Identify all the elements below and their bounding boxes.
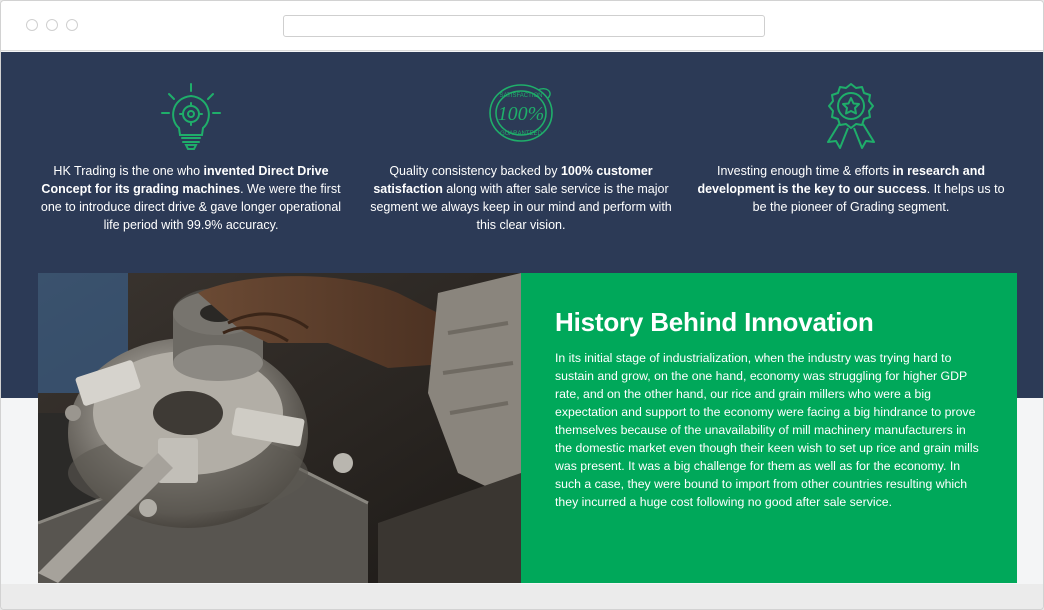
lathe-illustration <box>38 273 521 583</box>
feature-text-1: HK Trading is the one who invented Direc… <box>40 164 342 232</box>
browser-titlebar <box>1 1 1043 51</box>
window-close-button[interactable] <box>26 19 38 31</box>
satisfaction-guaranteed-stamp-icon: SATISFACTION 100% GUARANTEED <box>489 84 553 142</box>
history-panel: History Behind Innovation In its initial… <box>521 273 1017 583</box>
page-footer-strip <box>1 584 1043 609</box>
browser-window: HK Trading is the one who invented Direc… <box>0 0 1044 610</box>
svg-text:GUARANTEED: GUARANTEED <box>500 131 542 137</box>
award-ribbon-icon <box>827 83 875 149</box>
address-bar[interactable] <box>283 15 765 37</box>
window-maximize-button[interactable] <box>66 19 78 31</box>
feature-text-3: Investing enough time & efforts in resea… <box>697 164 1005 214</box>
lathe-chuck-photo <box>38 273 521 583</box>
feature-text-2: Quality consistency backed by 100% custo… <box>370 164 672 232</box>
window-minimize-button[interactable] <box>46 19 58 31</box>
history-title: History Behind Innovation <box>555 307 874 337</box>
history-body: In its initial stage of industrializatio… <box>555 351 979 509</box>
svg-text:SATISFACTION: SATISFACTION <box>500 93 543 99</box>
svg-text:100%: 100% <box>498 103 545 125</box>
lightbulb-gear-icon <box>161 83 221 150</box>
